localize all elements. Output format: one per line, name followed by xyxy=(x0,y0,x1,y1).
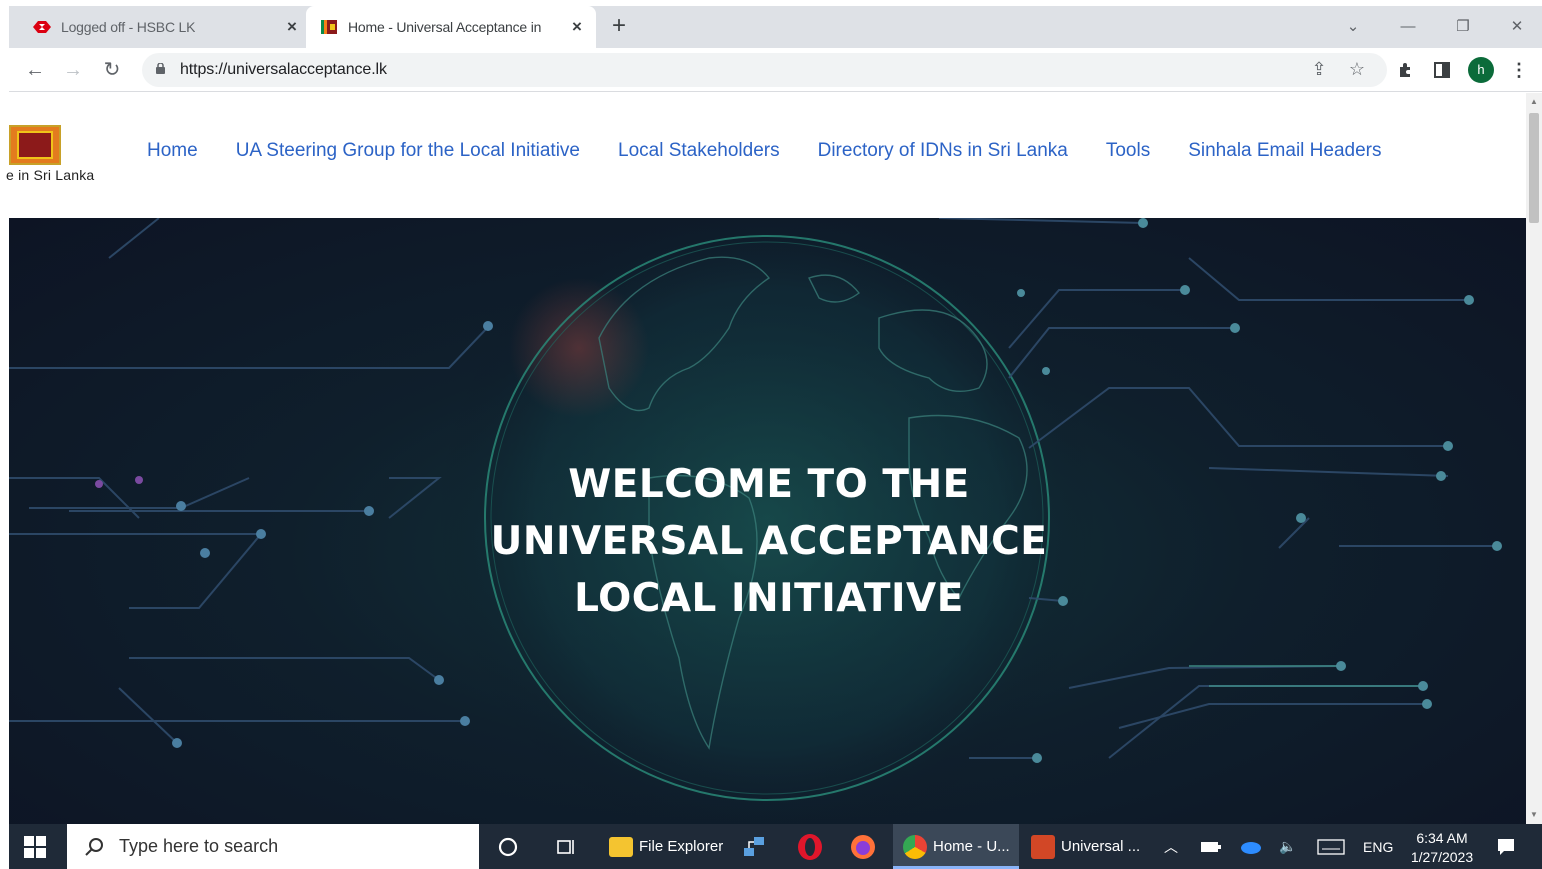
profile-avatar[interactable]: h xyxy=(1468,57,1494,83)
battery-icon[interactable] xyxy=(1201,824,1221,869)
bookmark-star-icon[interactable]: ☆ xyxy=(1345,57,1369,81)
taskbar-chrome[interactable]: Home - U... xyxy=(893,824,1019,869)
restore-icon[interactable]: ❐ xyxy=(1451,15,1475,39)
hsbc-icon xyxy=(33,18,51,36)
nav-idn-directory[interactable]: Directory of IDNs in Sri Lanka xyxy=(818,140,1068,162)
hero-line-1: WELCOME TO THE xyxy=(568,462,970,507)
hero-banner: WELCOME TO THE UNIVERSAL ACCEPTANCE LOCA… xyxy=(9,218,1526,824)
volume-icon[interactable]: 🔈 xyxy=(1279,824,1296,869)
main-nav: Home UA Steering Group for the Local Ini… xyxy=(147,140,1419,162)
side-panel-icon[interactable] xyxy=(1430,58,1454,82)
network-app-icon[interactable] xyxy=(741,824,767,869)
nav-sinhala-email-headers[interactable]: Sinhala Email Headers xyxy=(1188,140,1381,162)
forward-icon[interactable]: → xyxy=(59,56,87,84)
screen: Logged off - HSBC LK × Home - Universal … xyxy=(0,0,1542,869)
taskbar-app-label: Home - U... xyxy=(933,838,1010,855)
tab-strip: Logged off - HSBC LK × Home - Universal … xyxy=(9,6,1542,48)
nav-local-stakeholders[interactable]: Local Stakeholders xyxy=(618,140,780,162)
clock-date: 1/27/2023 xyxy=(1410,849,1474,865)
task-view-icon[interactable] xyxy=(555,824,577,869)
notifications-icon[interactable] xyxy=(1496,824,1516,869)
new-tab-button[interactable]: + xyxy=(607,14,631,39)
scroll-up-icon[interactable]: ▲ xyxy=(1526,95,1542,109)
folder-icon xyxy=(609,836,633,857)
nav-tools[interactable]: Tools xyxy=(1106,140,1150,162)
cortana-icon[interactable] xyxy=(497,824,519,869)
menu-kebab-icon[interactable]: ⋮ xyxy=(1507,58,1531,82)
page-scrollbar[interactable]: ▲ ▼ xyxy=(1526,93,1542,824)
windows-taskbar: Type here to search File Explorer Home -… xyxy=(9,824,1542,869)
show-hidden-icons-icon[interactable]: ︿ xyxy=(1164,824,1178,869)
tab-search-icon[interactable]: ⌄ xyxy=(1341,15,1365,39)
search-icon xyxy=(85,837,103,856)
tab-hsbc[interactable]: Logged off - HSBC LK × xyxy=(21,6,311,48)
clock-time: 6:34 AM xyxy=(1416,830,1468,846)
taskbar-powerpoint[interactable]: Universal ... xyxy=(1031,824,1140,869)
keyboard-icon[interactable] xyxy=(1317,824,1345,869)
tab-universal-acceptance[interactable]: Home - Universal Acceptance in × xyxy=(306,6,596,48)
minimize-icon[interactable]: — xyxy=(1396,15,1420,39)
onedrive-icon[interactable] xyxy=(1239,824,1261,869)
tab-title: Home - Universal Acceptance in xyxy=(348,19,542,35)
address-bar[interactable]: https://universalacceptance.lk ⇪ ☆ xyxy=(142,53,1387,87)
taskbar-clock[interactable]: 6:34 AM 1/27/2023 xyxy=(1407,829,1477,867)
site-flag-icon xyxy=(320,18,338,36)
nav-home[interactable]: Home xyxy=(147,140,198,162)
firefox-icon[interactable] xyxy=(849,824,877,869)
scrollbar-thumb[interactable] xyxy=(1529,113,1539,223)
url-text: https://universalacceptance.lk xyxy=(180,61,387,78)
scroll-down-icon[interactable]: ▼ xyxy=(1526,808,1542,822)
lion-flag-icon xyxy=(17,131,53,159)
close-window-icon[interactable]: ✕ xyxy=(1505,15,1529,39)
powerpoint-icon xyxy=(1031,834,1055,859)
back-icon[interactable]: ← xyxy=(21,56,49,84)
chrome-icon xyxy=(903,834,927,859)
browser-toolbar: ← → ↻ https://universalacceptance.lk ⇪ ☆… xyxy=(9,48,1542,92)
taskbar-app-label: Universal ... xyxy=(1061,838,1141,855)
taskbar-search-box[interactable]: Type here to search xyxy=(67,824,479,869)
hero-title: WELCOME TO THE UNIVERSAL ACCEPTANCE LOCA… xyxy=(469,456,1069,627)
reload-icon[interactable]: ↻ xyxy=(98,56,126,84)
opera-icon[interactable] xyxy=(796,824,824,869)
close-tab-icon[interactable]: × xyxy=(283,18,301,36)
hero-line-2: UNIVERSAL ACCEPTANCE xyxy=(490,519,1048,564)
hero-line-3: LOCAL INITIATIVE xyxy=(574,576,964,621)
taskbar-file-explorer[interactable]: File Explorer xyxy=(609,824,723,869)
lock-icon xyxy=(156,63,165,74)
extensions-icon[interactable] xyxy=(1394,58,1418,82)
windows-start-icon[interactable] xyxy=(24,836,46,858)
tab-title: Logged off - HSBC LK xyxy=(61,19,196,35)
language-indicator[interactable]: ENG xyxy=(1363,824,1393,869)
close-tab-icon[interactable]: × xyxy=(568,18,586,36)
nav-steering-group[interactable]: UA Steering Group for the Local Initiati… xyxy=(236,140,580,162)
search-placeholder: Type here to search xyxy=(119,836,279,856)
site-header: e in Sri Lanka Home UA Steering Group fo… xyxy=(6,93,1526,218)
logo-caption: e in Sri Lanka xyxy=(6,167,95,183)
share-icon[interactable]: ⇪ xyxy=(1307,57,1331,81)
site-logo[interactable] xyxy=(9,125,61,165)
taskbar-app-label: File Explorer xyxy=(639,838,724,855)
